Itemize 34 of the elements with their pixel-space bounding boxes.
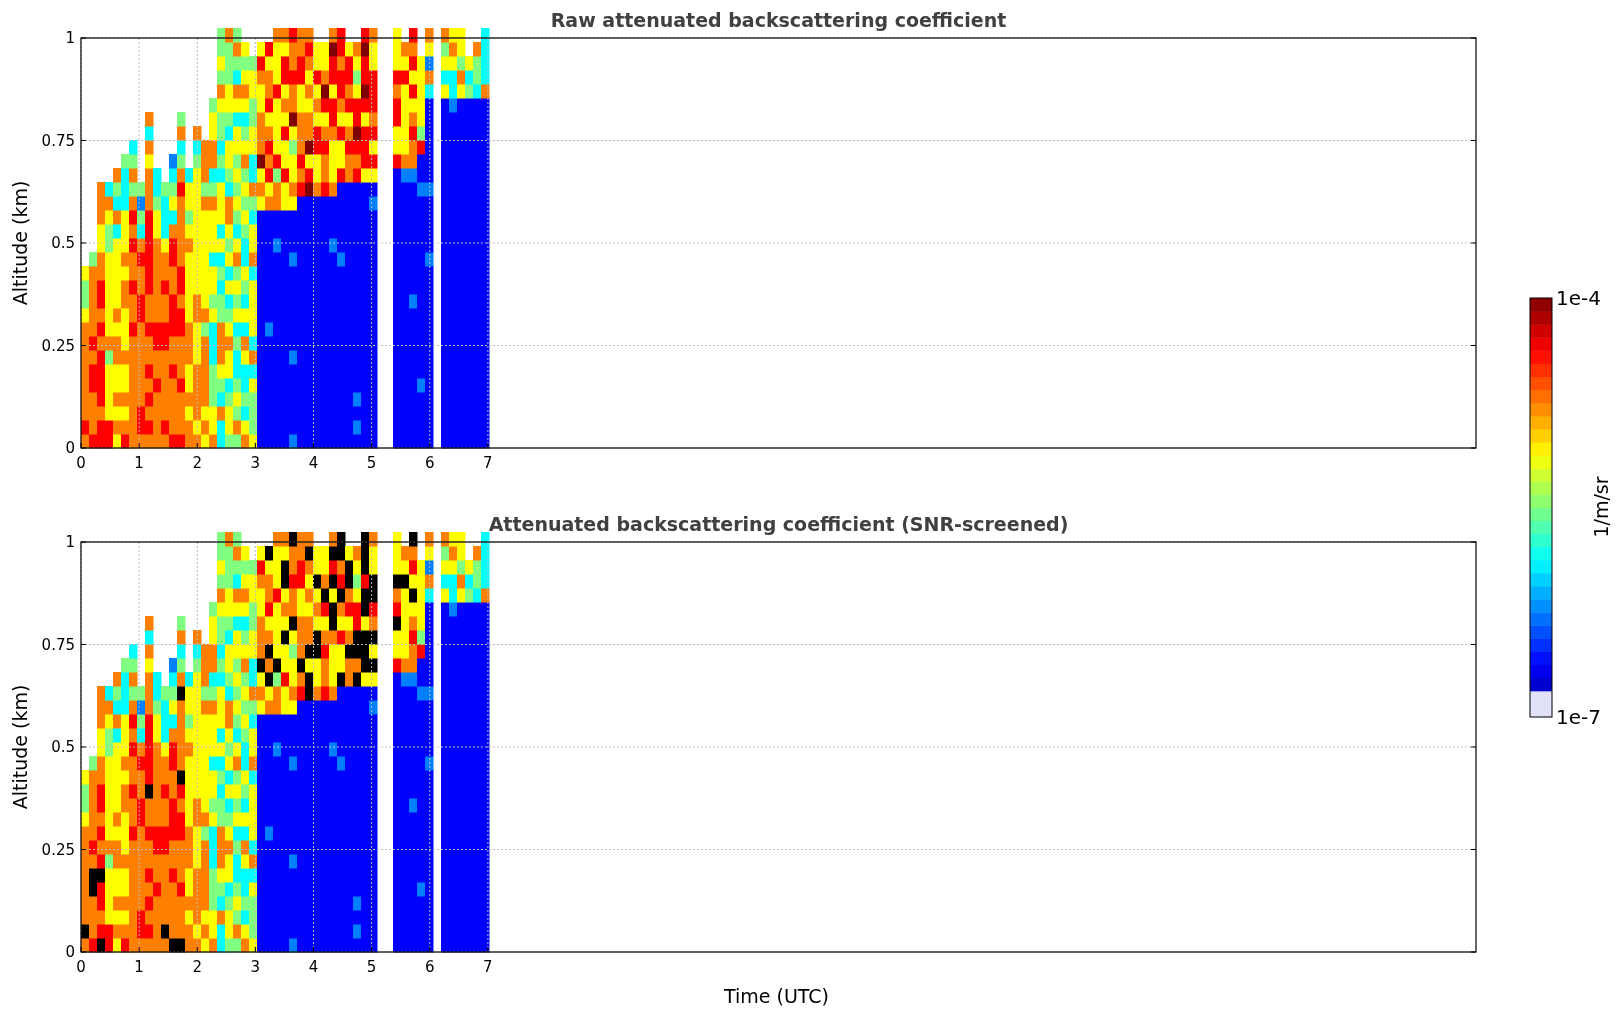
colorbar-label: 1/m/sr xyxy=(1590,476,1612,538)
tick-label: 1 xyxy=(134,454,144,472)
chart-title: Attenuated backscattering coefficient (SNR-screened) xyxy=(488,513,1069,535)
tick-label: 1 xyxy=(65,29,75,47)
tick-label: 0.25 xyxy=(41,840,75,859)
tick-label: 2 xyxy=(192,958,202,976)
tick-label: 6 xyxy=(425,454,435,472)
tick-label: 5 xyxy=(366,958,377,976)
tick-label: 0.5 xyxy=(51,738,75,756)
tick-label: 0.75 xyxy=(41,635,75,654)
axis-label: Time (UTC) xyxy=(724,985,829,1007)
tick-label: 0 xyxy=(65,943,75,961)
colorbar-min-label: 1e-7 xyxy=(1556,705,1601,729)
tick-label: 4 xyxy=(308,958,319,976)
colorbar-max-label: 1e-4 xyxy=(1556,286,1601,310)
tick-label: 0.25 xyxy=(41,336,75,355)
tick-label: 3 xyxy=(250,958,261,976)
tick-label: 0.75 xyxy=(41,131,75,150)
tick-label: 3 xyxy=(250,454,261,472)
axis-label: Altitude (km) xyxy=(9,684,31,810)
tick-label: 0 xyxy=(65,439,75,457)
tick-label: 6 xyxy=(425,958,435,976)
tick-label: 2 xyxy=(192,454,202,472)
chart-title: Raw attenuated backscattering coefficient xyxy=(550,9,1007,31)
tick-label: 0.5 xyxy=(51,234,75,252)
tick-label: 0 xyxy=(76,454,86,472)
tick-label: 7 xyxy=(483,454,493,472)
tick-label: 5 xyxy=(366,454,377,472)
tick-label: 7 xyxy=(483,958,493,976)
axis-label: Altitude (km) xyxy=(9,180,31,306)
tick-label: 4 xyxy=(308,454,319,472)
tick-label: 0 xyxy=(76,958,86,976)
tick-label: 1 xyxy=(134,958,144,976)
tick-label: 1 xyxy=(65,533,75,551)
